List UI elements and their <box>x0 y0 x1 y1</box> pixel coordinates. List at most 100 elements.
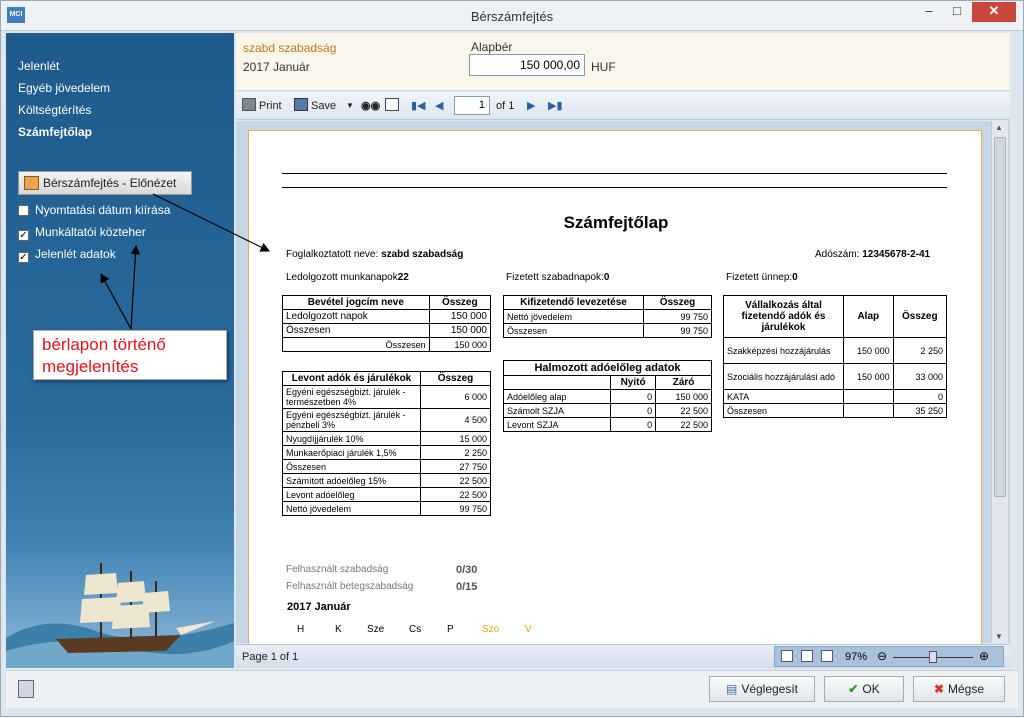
period-label: 2017 Január <box>243 60 310 74</box>
annotation-callout: bérlapon történő megjelenítés <box>33 330 227 380</box>
scroll-down-icon[interactable]: ▼ <box>995 632 1003 641</box>
cancel-button[interactable]: ✖ Mégse <box>913 676 1005 702</box>
cell: Adóelőleg alap <box>503 389 611 404</box>
single-page-icon[interactable] <box>801 650 813 662</box>
cell: Összesen <box>282 337 430 352</box>
table-row: Összesen 35 250 <box>723 403 948 418</box>
save-dropdown-icon[interactable]: ▼ <box>346 97 354 115</box>
table-row: Levont SZJA 0 22 500 <box>503 417 712 432</box>
report-toolbar: Print Save ▼ ◉◉ ▮◀ ◀ 1 of 1 ▶ ▶▮ <box>236 92 1010 120</box>
worked-label: Ledolgozott munkanapok <box>286 272 398 283</box>
first-page-icon[interactable]: ▮◀ <box>411 97 426 115</box>
cell: 0 <box>609 403 657 418</box>
advance-title: Halmozott adóelőleg adatok <box>503 360 712 376</box>
cell: 150 000 <box>655 389 712 404</box>
cell: Szociális hozzájárulási adó <box>723 363 844 390</box>
deductions-header-amount: Összeg <box>420 371 491 386</box>
table-row: Összesen 27 750 <box>282 459 491 474</box>
cell: 22 500 <box>655 403 712 418</box>
worked-days: Ledolgozott munkanapok22 <box>286 272 409 283</box>
sidebar-item-szamfejtolap[interactable]: Számfejtőlap <box>18 125 92 139</box>
ok-label: OK <box>862 682 880 696</box>
scroll-thumb[interactable] <box>994 137 1006 497</box>
find-icon[interactable]: ◉◉ <box>361 97 380 115</box>
cell: 99 750 <box>420 501 491 516</box>
employee-value: szabd szabadság <box>381 249 464 260</box>
cell: Egyéni egészségbizt. járulék - pénzbeli … <box>282 408 421 432</box>
cell: Szakképzési hozzájárulás <box>723 337 844 364</box>
deductions-header-name: Levont adók és járulékok <box>282 371 421 386</box>
cell: Összesen <box>282 459 421 474</box>
alapber-input[interactable]: 150 000,00 <box>469 54 585 76</box>
window-title: Bérszámfejtés <box>470 9 554 24</box>
close-button[interactable]: ✕ <box>972 2 1016 22</box>
income-header-amount: Összeg <box>428 295 492 310</box>
preview-button[interactable]: Bérszámfejtés - Előnézet <box>18 171 192 195</box>
last-page-icon[interactable]: ▶▮ <box>548 97 563 115</box>
cell: 150 000 <box>428 323 492 338</box>
sidebar-item-egyeb-jovedelem[interactable]: Egyéb jövedelem <box>18 81 110 95</box>
next-page-icon[interactable]: ▶ <box>527 97 535 115</box>
app-window: MCI Bérszámfejtés – □ ✕ Jelenlét Egyéb j… <box>0 0 1024 717</box>
payout-table: Kifizetendő levezetése Összeg Nettó jöved… <box>503 295 712 338</box>
ok-button[interactable]: ✔ OK <box>824 676 904 702</box>
zoom-slider-thumb[interactable] <box>929 651 937 663</box>
advance-header-blank <box>503 375 611 390</box>
report-viewer: Számfejtőlap Foglalkoztatott neve: szabd… <box>236 121 1010 650</box>
worked-value: 22 <box>397 272 409 283</box>
cell: 22 500 <box>420 487 491 502</box>
divider <box>282 173 947 174</box>
print-button[interactable]: Print <box>242 97 282 115</box>
advance-header-open: Nyitó <box>609 375 657 390</box>
finalize-button[interactable]: ▤ Véglegesít <box>709 676 815 702</box>
checkbox-box[interactable]: ✓ <box>18 230 29 241</box>
multi-page-icon[interactable] <box>821 650 833 662</box>
cell: Nettó jövedelem <box>282 501 421 516</box>
paid-leave-label: Fizetett szabadnapok: <box>506 272 604 283</box>
table-row: Szakképzési hozzájárulás 150 000 2 250 <box>723 337 948 364</box>
vertical-scrollbar[interactable]: ▲ ▼ <box>991 121 1008 643</box>
checkbox-box[interactable] <box>18 205 29 216</box>
finalize-label: Véglegesít <box>741 682 799 696</box>
sidebar-item-jelenlet[interactable]: Jelenlét <box>18 59 59 73</box>
prev-page-icon[interactable]: ◀ <box>435 97 443 115</box>
print-date-checkbox[interactable]: Nyomtatási dátum kiírása <box>18 203 170 217</box>
cell: 4 500 <box>420 408 491 432</box>
maximize-button[interactable]: □ <box>944 2 970 22</box>
employer-burden-checkbox[interactable]: ✓ Munkáltatói közteher <box>18 225 146 241</box>
calendar-day: Sze <box>367 624 385 635</box>
scroll-up-icon[interactable]: ▲ <box>995 123 1003 132</box>
table-row: KATA 0 <box>723 389 948 404</box>
zoom-out-icon[interactable]: ⊖ <box>877 649 887 663</box>
zoom-in-icon[interactable]: ⊕ <box>979 649 989 663</box>
footer-bar: ▤ Véglegesít ✔ OK ✖ Mégse <box>6 670 1018 708</box>
cell: KATA <box>723 389 844 404</box>
note-icon[interactable] <box>18 680 34 698</box>
cell: Egyéni egészségbizt. járulék - természet… <box>282 385 421 409</box>
cancel-icon: ✖ <box>933 682 945 696</box>
sidebar: Jelenlét Egyéb jövedelem Költségtérítés … <box>6 33 234 668</box>
used-sick-label: Felhasznált betegszabadság <box>286 581 414 592</box>
title-bar: MCI Bérszámfejtés – □ ✕ <box>1 1 1023 31</box>
page-view-icon[interactable] <box>781 650 793 662</box>
sidebar-item-koltsegterites[interactable]: Költségtérítés <box>18 103 91 117</box>
page-number-input[interactable]: 1 <box>454 96 490 115</box>
table-row: Számított adóelőleg 15% 22 500 <box>282 473 491 488</box>
minimize-button[interactable]: – <box>916 2 942 22</box>
cell: Levont SZJA <box>503 417 611 432</box>
toggle-panel-icon[interactable] <box>385 97 402 115</box>
zoom-controls: 97% ⊖ ⊕ <box>774 646 1004 667</box>
cell: 150 000 <box>843 337 894 364</box>
save-label: Save <box>311 100 337 112</box>
currency-label: HUF <box>591 60 616 74</box>
divider <box>282 187 947 188</box>
attendance-data-checkbox[interactable]: ✓ Jelenlét adatok <box>18 247 116 263</box>
cell: Ledolgozott napok <box>282 309 430 324</box>
checkbox-box[interactable]: ✓ <box>18 252 29 263</box>
employee-line: Foglalkoztatott neve: szabd szabadság <box>286 249 463 260</box>
employer-header-amount: Összeg <box>892 295 948 338</box>
cell: 22 500 <box>655 417 712 432</box>
calendar-day-weekend: V <box>525 624 532 635</box>
save-button[interactable]: Save <box>294 97 336 115</box>
report-title: Számfejtőlap <box>563 213 669 232</box>
